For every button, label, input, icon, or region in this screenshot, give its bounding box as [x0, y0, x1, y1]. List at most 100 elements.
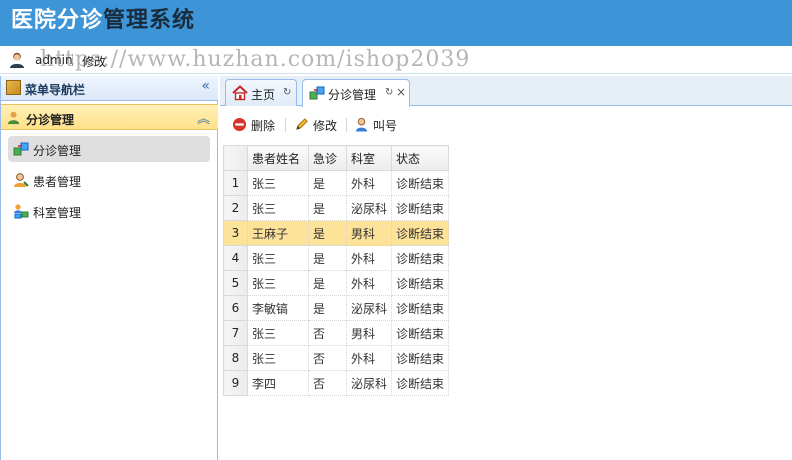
menu-group-triage[interactable]: 分诊管理 ︽	[1, 104, 218, 130]
cell-patient-name: 张三	[247, 320, 309, 346]
menu-icon	[6, 80, 21, 95]
app-title-part1: 医院分诊	[11, 8, 104, 33]
cell-department: 外科	[345, 170, 393, 196]
menu-group-title: 分诊管理	[26, 113, 75, 127]
delete-icon	[232, 117, 247, 132]
delete-button[interactable]: 删除	[232, 116, 278, 134]
refresh-icon[interactable]: ↻	[385, 87, 393, 98]
cell-patient-name: 李四	[247, 370, 309, 396]
table-header-row: 患者姓名 急诊 科室 状态	[223, 145, 450, 171]
triage-icon	[309, 86, 325, 100]
cell-department: 泌尿科	[345, 370, 393, 396]
cell-status: 诊断结束	[391, 220, 450, 246]
cell-emergency: 否	[308, 370, 347, 396]
cell-patient-name: 张三	[247, 345, 309, 371]
main-panel: 主页 ↻ 分诊管理 ↻ × 删除 修改 叫号 患者姓名 急诊 科室 状态 1 张…	[220, 76, 792, 460]
toolbar-divider	[285, 118, 286, 132]
app-title-part2: 管理系统	[103, 8, 196, 33]
cell-department: 泌尿科	[345, 295, 393, 321]
cell-status: 诊断结束	[391, 245, 450, 271]
patient-table: 患者姓名 急诊 科室 状态 1 张三 是 外科 诊断结束 2 张三 是 泌尿科 …	[223, 145, 450, 396]
row-number: 3	[223, 220, 248, 246]
tab-triage[interactable]: 分诊管理 ↻ ×	[302, 79, 410, 107]
cell-emergency: 否	[308, 345, 347, 371]
cell-emergency: 是	[308, 170, 347, 196]
double-chevron-left-icon[interactable]: «	[201, 78, 210, 94]
sidebar-header: 菜单导航栏 «	[1, 76, 218, 101]
close-icon[interactable]: ×	[396, 85, 406, 99]
cell-department: 外科	[345, 245, 393, 271]
row-number: 1	[223, 170, 248, 196]
toolbar: 删除 修改 叫号	[220, 107, 792, 143]
tab-label: 主页	[251, 88, 276, 102]
divider	[72, 54, 73, 66]
cell-emergency: 是	[308, 220, 347, 246]
triage-icon	[13, 142, 29, 156]
row-number: 6	[223, 295, 248, 321]
refresh-icon[interactable]: ↻	[283, 87, 291, 98]
cell-patient-name: 张三	[247, 245, 309, 271]
cell-status: 诊断结束	[391, 345, 450, 371]
cell-status: 诊断结束	[391, 270, 450, 296]
table-row-selected[interactable]: 3 王麻子 是 男科 诊断结束	[223, 220, 450, 246]
column-header[interactable]: 急诊	[308, 145, 347, 171]
edit-label: 修改	[313, 119, 338, 133]
call-number-label: 叫号	[373, 119, 398, 133]
row-number: 5	[223, 270, 248, 296]
cell-status: 诊断结束	[391, 170, 450, 196]
edit-button[interactable]: 修改	[294, 116, 340, 134]
tab-home[interactable]: 主页 ↻	[225, 79, 297, 106]
cell-patient-name: 张三	[247, 270, 309, 296]
cell-patient-name: 王麻子	[247, 220, 309, 246]
cell-emergency: 是	[308, 270, 347, 296]
column-header[interactable]: 状态	[391, 145, 450, 171]
cell-emergency: 是	[308, 195, 347, 221]
user-icon	[10, 52, 24, 68]
group-user-icon	[7, 111, 20, 125]
cell-status: 诊断结束	[391, 320, 450, 346]
cell-emergency: 是	[308, 295, 347, 321]
user-bar: admin 修改 https://www.huzhan.com/ishop203…	[0, 46, 792, 74]
table-row[interactable]: 9 李四 否 泌尿科 诊断结束	[223, 370, 450, 396]
row-number: 7	[223, 320, 248, 346]
cell-patient-name: 张三	[247, 170, 309, 196]
row-number: 2	[223, 195, 248, 221]
table-row[interactable]: 8 张三 否 外科 诊断结束	[223, 345, 450, 371]
username: admin	[35, 53, 73, 67]
app-header: 医院分诊管理系统	[0, 0, 792, 46]
call-number-button[interactable]: 叫号	[354, 116, 400, 134]
sidebar-item-triage[interactable]: 分诊管理	[8, 136, 210, 162]
department-icon	[14, 204, 29, 219]
cell-status: 诊断结束	[391, 195, 450, 221]
row-number-header	[223, 145, 248, 171]
cell-department: 男科	[345, 220, 393, 246]
cell-emergency: 是	[308, 245, 347, 271]
cell-emergency: 否	[308, 320, 347, 346]
cell-department: 泌尿科	[345, 195, 393, 221]
table-row[interactable]: 2 张三 是 泌尿科 诊断结束	[223, 195, 450, 221]
column-header[interactable]: 科室	[345, 145, 393, 171]
table-row[interactable]: 5 张三 是 外科 诊断结束	[223, 270, 450, 296]
sidebar: 菜单导航栏 « 分诊管理 ︽ 分诊管理 患者管理 科室管理	[0, 76, 218, 460]
sidebar-item-departments[interactable]: 科室管理	[8, 198, 210, 224]
table-row[interactable]: 1 张三 是 外科 诊断结束	[223, 170, 450, 196]
table-row[interactable]: 7 张三 否 男科 诊断结束	[223, 320, 450, 346]
sidebar-item-label: 患者管理	[33, 175, 82, 189]
table-row[interactable]: 6 李敏镐 是 泌尿科 诊断结束	[223, 295, 450, 321]
cell-department: 男科	[345, 320, 393, 346]
toolbar-divider	[346, 118, 347, 132]
delete-label: 删除	[251, 119, 276, 133]
cell-patient-name: 李敏镐	[247, 295, 309, 321]
row-number: 8	[223, 345, 248, 371]
modify-account-link[interactable]: 修改	[82, 53, 106, 70]
row-number: 9	[223, 370, 248, 396]
cell-department: 外科	[345, 270, 393, 296]
table-row[interactable]: 4 张三 是 外科 诊断结束	[223, 245, 450, 271]
row-number: 4	[223, 245, 248, 271]
sidebar-item-patients[interactable]: 患者管理	[8, 167, 210, 193]
column-header[interactable]: 患者姓名	[247, 145, 309, 171]
sidebar-title: 菜单导航栏	[25, 83, 86, 97]
cell-status: 诊断结束	[391, 370, 450, 396]
sidebar-item-label: 科室管理	[33, 206, 82, 220]
double-chevron-up-icon[interactable]: ︽	[197, 108, 210, 127]
